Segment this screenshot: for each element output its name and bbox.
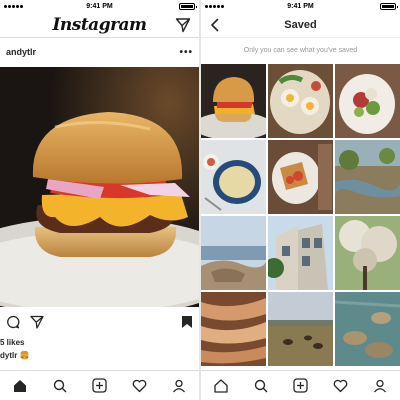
saved-thumbnail-field[interactable]: [268, 292, 333, 366]
caption-username[interactable]: dytlr: [0, 351, 17, 360]
bottom-tab-bar: [0, 370, 199, 400]
comment-icon[interactable]: [6, 315, 20, 329]
search-icon: [53, 379, 67, 392]
signal-indicator: [205, 4, 265, 8]
saved-thumbnail-eggs[interactable]: [268, 64, 333, 138]
signal-icon: [205, 4, 224, 8]
battery-icon: [179, 2, 197, 10]
post-photo[interactable]: [0, 67, 199, 307]
battery-indicator: [135, 2, 197, 10]
battery-indicator: [336, 2, 398, 10]
saved-thumbnail-toast[interactable]: [268, 140, 333, 214]
profile-icon: [374, 379, 387, 392]
saved-thumbnail-soup[interactable]: [201, 140, 266, 214]
post-action-bar: [0, 310, 199, 334]
status-bar: 9:41 PM: [201, 0, 400, 12]
status-time: 9:41 PM: [287, 2, 314, 10]
instagram-logo: Instagram: [52, 14, 147, 35]
saved-thumbnail-houses[interactable]: [268, 216, 333, 290]
heart-icon: [132, 379, 147, 392]
signal-icon: [4, 4, 23, 8]
tab-activity[interactable]: [131, 378, 147, 394]
tab-add-post[interactable]: [91, 378, 107, 394]
tab-home[interactable]: [12, 378, 28, 394]
bookmark-saved-icon[interactable]: [181, 315, 193, 329]
tab-home[interactable]: [213, 378, 229, 394]
tab-profile[interactable]: [171, 378, 187, 394]
saved-thumbnail-blossom[interactable]: [335, 216, 400, 290]
share-icon[interactable]: [30, 315, 44, 329]
home-outline-icon: [214, 378, 228, 393]
page-title: Saved: [284, 18, 317, 31]
direct-message-icon[interactable]: [175, 17, 191, 33]
tab-profile[interactable]: [372, 378, 388, 394]
tab-activity[interactable]: [332, 378, 348, 394]
post-username[interactable]: andytlr: [6, 47, 36, 57]
saved-thumbnail-coast[interactable]: [201, 216, 266, 290]
saved-screen: 9:41 PM Saved Only you can see what you'…: [201, 0, 400, 400]
post-caption: dytlr 🍔: [0, 351, 30, 360]
bottom-tab-bar: [201, 370, 400, 400]
feed-header: Instagram: [0, 12, 199, 38]
feed-screen: 9:41 PM Instagram andytlr ••• 5 likes dy…: [0, 0, 199, 400]
more-options-icon[interactable]: •••: [179, 47, 193, 58]
saved-thumbnail-creek[interactable]: [335, 140, 400, 214]
saved-thumbnail-canyon[interactable]: [201, 292, 266, 366]
battery-icon: [380, 2, 398, 10]
tab-add-post[interactable]: [292, 378, 308, 394]
saved-grid: [201, 64, 400, 366]
saved-header: Saved: [201, 12, 400, 38]
back-chevron-icon[interactable]: [209, 18, 221, 32]
privacy-note: Only you can see what you've saved: [243, 47, 358, 54]
saved-thumbnail-pond[interactable]: [335, 292, 400, 366]
caption-text: 🍔: [19, 351, 30, 360]
home-icon: [13, 379, 26, 392]
add-post-icon: [92, 378, 107, 393]
heart-icon: [333, 379, 348, 392]
search-icon: [254, 379, 268, 392]
tab-search[interactable]: [52, 378, 68, 394]
post-header: andytlr •••: [0, 38, 199, 66]
status-bar: 9:41 PM: [0, 0, 199, 12]
signal-indicator: [4, 4, 64, 8]
saved-thumbnail-salad[interactable]: [335, 64, 400, 138]
status-time: 9:41 PM: [86, 2, 113, 10]
profile-icon: [173, 379, 186, 392]
add-post-icon: [293, 378, 308, 393]
likes-count[interactable]: 5 likes: [0, 338, 24, 347]
saved-thumbnail-burger[interactable]: [201, 64, 266, 138]
tab-search[interactable]: [253, 378, 269, 394]
